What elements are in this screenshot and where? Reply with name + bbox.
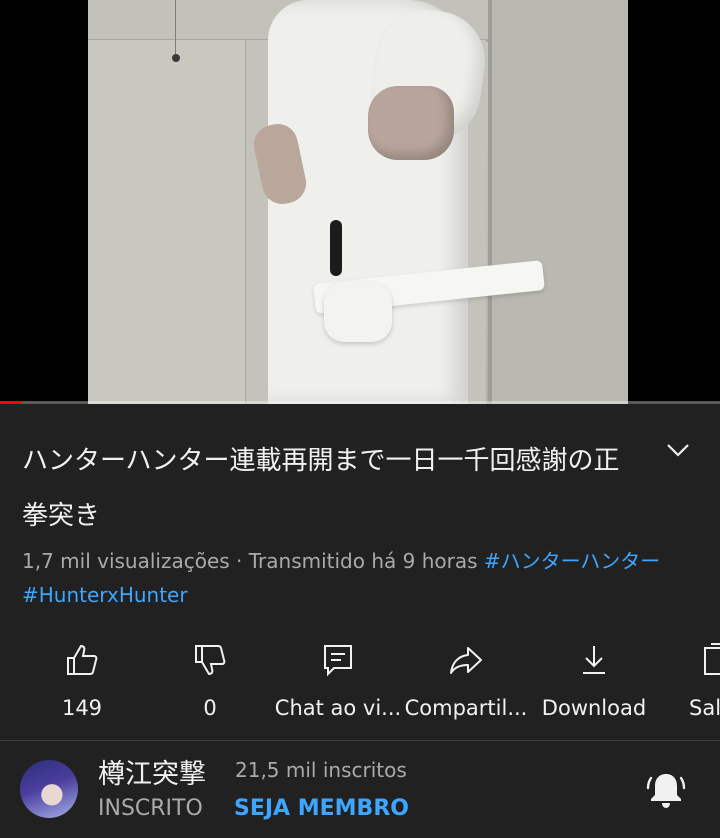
hashtag-link[interactable]: #HunterxHunter (22, 583, 188, 607)
dislike-count: 0 (203, 696, 217, 720)
video-player[interactable] (0, 0, 720, 404)
video-title[interactable]: ハンターハンター連載再開まで一日一千回感謝の正拳突き (22, 434, 642, 544)
live-chat-icon (324, 645, 352, 677)
thumbs-down-icon (195, 645, 226, 676)
meta-separator: · (229, 549, 249, 573)
share-label: Compartil... (404, 696, 528, 720)
save-label: Sal (689, 696, 720, 720)
progress-track[interactable] (0, 401, 720, 404)
join-membership-button[interactable]: SEJA MEMBRO (234, 796, 409, 821)
action-bar: 149 0 Chat ao vi... Compartil... Downloa… (0, 634, 720, 724)
share-button[interactable]: Compartil... (403, 634, 529, 724)
video-meta: 1,7 mil visualizações · Transmitido há 9… (22, 544, 712, 612)
live-chat-label: Chat ao vi... (274, 696, 402, 720)
notification-bell-button[interactable] (645, 768, 687, 810)
video-frame[interactable] (88, 0, 628, 404)
download-label: Download (541, 696, 647, 720)
divider (0, 740, 720, 741)
channel-name[interactable]: 樽江突撃 (98, 752, 206, 791)
progress-bar[interactable] (0, 401, 22, 404)
share-icon (450, 647, 482, 674)
view-count: 1,7 mil visualizações (22, 549, 230, 573)
live-chat-button[interactable]: Chat ao vi... (275, 634, 401, 724)
chevron-down-icon (667, 444, 689, 457)
fist (368, 86, 454, 160)
avatar[interactable] (20, 760, 78, 818)
stream-time: Transmitido há 9 horas (248, 549, 478, 573)
save-playlist-icon (704, 643, 720, 675)
subscribed-button[interactable]: INSCRITO (98, 796, 203, 821)
like-count: 149 (61, 696, 103, 720)
bell-icon (646, 774, 686, 808)
like-button[interactable]: 149 (19, 634, 145, 724)
download-icon (583, 646, 605, 674)
download-button[interactable]: Download (531, 634, 657, 724)
dislike-button[interactable]: 0 (147, 634, 273, 724)
subscriber-count: 21,5 mil inscritos (235, 758, 407, 782)
hashtag-link[interactable]: #ハンターハンター (484, 549, 660, 573)
save-button[interactable]: Sal (659, 634, 720, 724)
expand-description-button[interactable] (664, 440, 692, 460)
thumbs-up-icon (67, 644, 98, 675)
